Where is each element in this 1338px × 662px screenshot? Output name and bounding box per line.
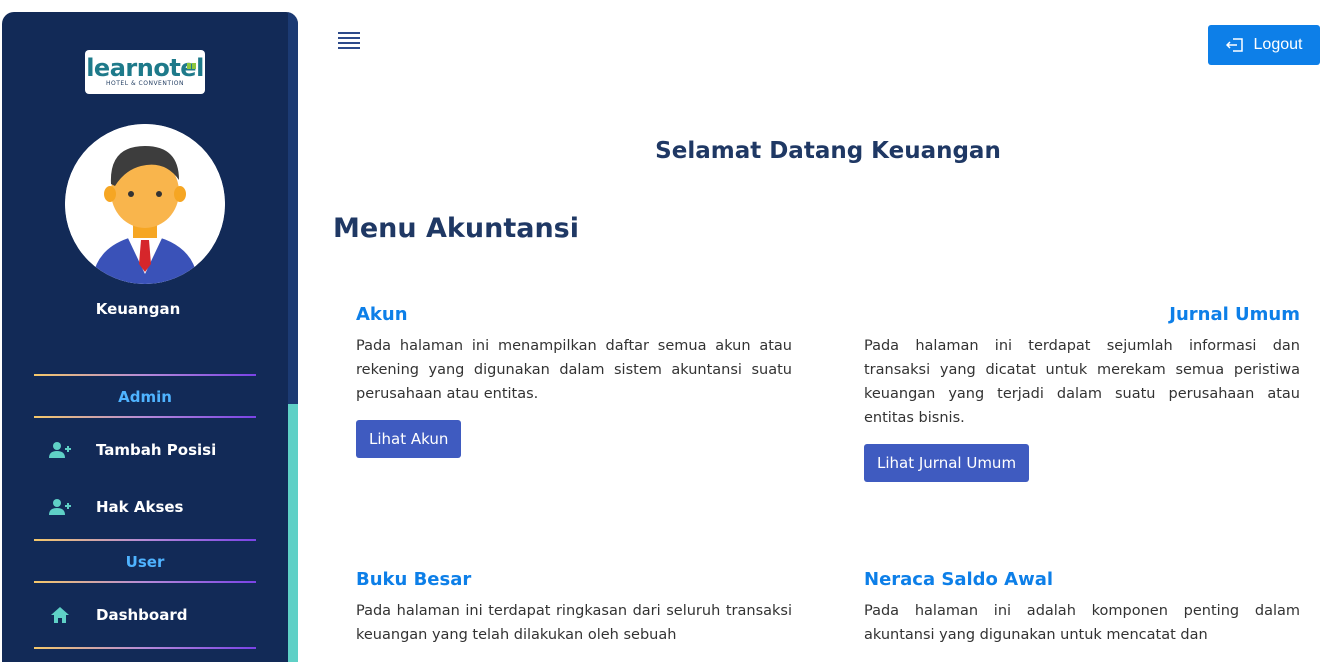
card-akun: Akun Pada halaman ini menampilkan daftar… [356, 304, 792, 458]
logout-icon [1225, 38, 1243, 52]
card-title: Akun [356, 304, 408, 325]
sidebar-item-label: Tambah Posisi [96, 441, 217, 459]
sidebar-item-dashboard[interactable]: Dashboard [48, 600, 268, 630]
divider [34, 647, 256, 649]
card-description: Pada halaman ini adalah komponen penting… [864, 603, 1300, 643]
welcome-heading: Selamat Datang Keuangan [655, 138, 1001, 164]
logout-label: Logout [1253, 36, 1303, 53]
page-title: Menu Akuntansi [333, 213, 579, 244]
logo-subtitle: HOTEL & CONVENTION [106, 80, 184, 87]
section-label-admin: Admin [118, 388, 172, 406]
card-title: Neraca Saldo Awal [864, 569, 1054, 590]
card-description: Pada halaman ini terdapat sejumlah infor… [864, 338, 1300, 426]
card-description: Pada halaman ini terdapat ringkasan dari… [356, 603, 792, 643]
lihat-jurnal-umum-button[interactable]: Lihat Jurnal Umum [864, 444, 1030, 482]
divider [34, 581, 256, 583]
card-title: Buku Besar [356, 569, 472, 590]
avatar [65, 124, 225, 284]
businessman-avatar-icon [65, 124, 225, 284]
home-icon [48, 605, 72, 625]
user-name: Keuangan [95, 300, 181, 318]
sidebar-item-tambah-posisi[interactable]: Tambah Posisi [48, 435, 268, 465]
hamburger-icon[interactable] [338, 32, 360, 50]
card-neraca-saldo-awal: Neraca Saldo Awal Pada halaman ini adala… [864, 569, 1300, 647]
card-description: Pada halaman ini menampilkan daftar semu… [356, 338, 792, 402]
card-title: Jurnal Umum [1169, 304, 1300, 325]
section-label-user: User [125, 553, 165, 571]
card-buku-besar: Buku Besar Pada halaman ini terdapat rin… [356, 569, 792, 647]
user-plus-icon [48, 497, 72, 517]
sidebar: learnotel HOTEL & CONVENTION Keuangan Ad… [2, 12, 298, 662]
sidebar-item-label: Dashboard [96, 606, 188, 624]
logout-button[interactable]: Logout [1208, 25, 1320, 65]
divider [34, 374, 256, 376]
sidebar-scrollbar-thumb[interactable] [288, 404, 298, 662]
divider [34, 416, 256, 418]
sidebar-item-hak-akses[interactable]: Hak Akses [48, 492, 268, 522]
divider [34, 539, 256, 541]
lihat-akun-button[interactable]: Lihat Akun [356, 420, 462, 458]
card-jurnal-umum: Jurnal Umum Pada halaman ini terdapat se… [864, 304, 1300, 482]
user-plus-icon [48, 440, 72, 460]
learnotel-logo[interactable]: learnotel HOTEL & CONVENTION [85, 50, 205, 94]
sidebar-item-label: Hak Akses [96, 498, 184, 516]
logo-mark-icon [187, 54, 201, 69]
